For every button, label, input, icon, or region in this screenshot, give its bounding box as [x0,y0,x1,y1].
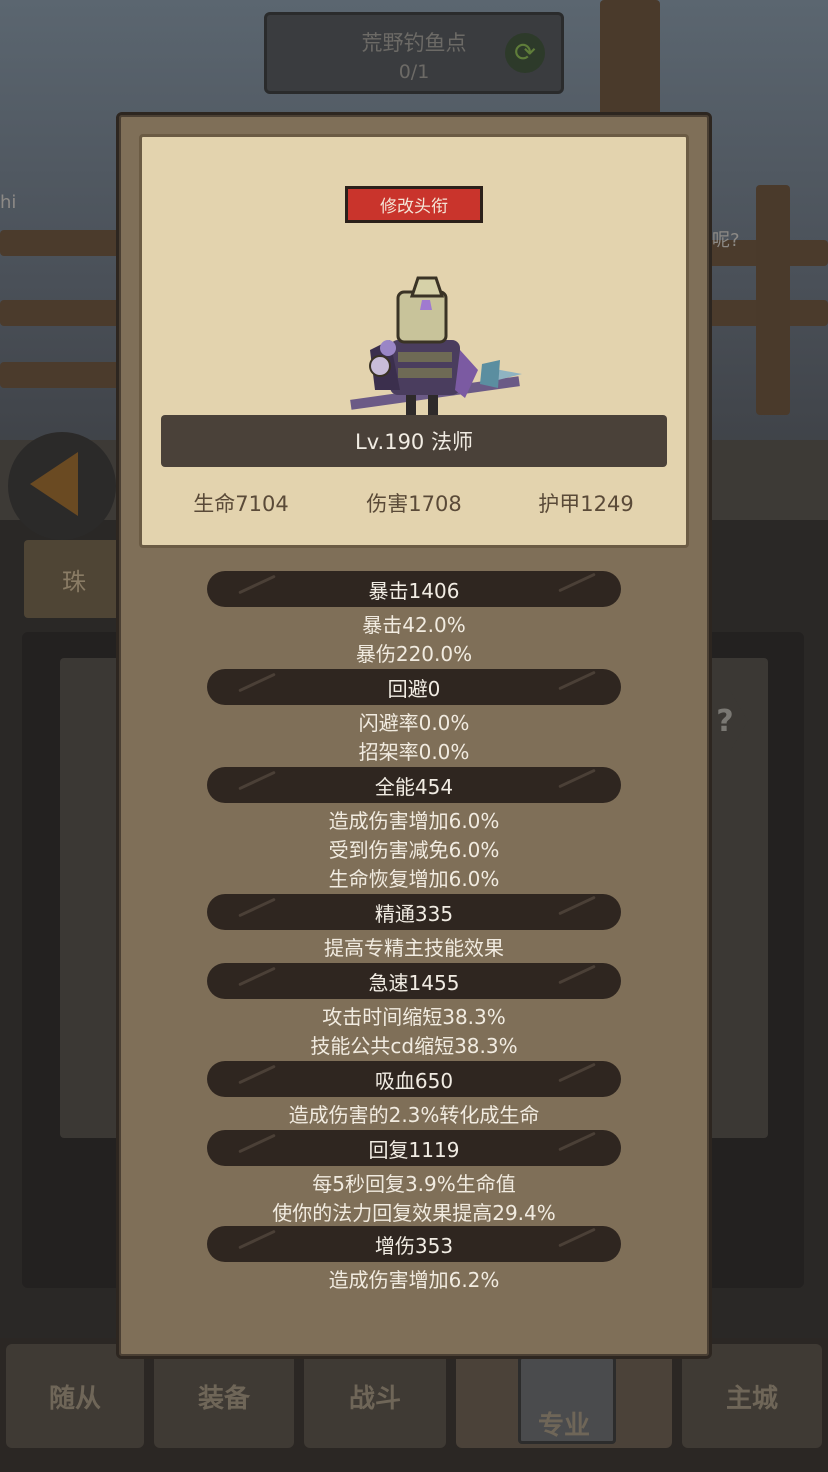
stat-line: 生命恢复增加6.0% [328,867,500,891]
nav-equipment[interactable]: 装备 [154,1344,294,1448]
scratch-mark [238,672,276,693]
scratch-mark [558,768,596,789]
edge-text-left: hi [0,192,17,213]
stat-header-label: 精通335 [374,901,454,926]
scratch-mark [558,1131,596,1152]
scratch-mark [238,770,276,791]
stat-header-dodge: 回避0 [207,669,621,705]
stat-header-label: 暴击1406 [368,578,460,603]
stat-line: 暴击42.0% [362,613,466,637]
stat-line: 闪避率0.0% [358,711,470,735]
scratch-mark [238,1064,276,1085]
back-arrow-icon [30,452,78,516]
stat-line: 造成伤害增加6.2% [328,1268,500,1292]
stat-header-damage-bonus: 增伤353 [207,1226,621,1262]
scratch-mark [238,966,276,987]
stat-line: 提高专精主技能效果 [324,936,504,960]
stat-header-label: 增伤353 [374,1233,454,1258]
scratch-mark [238,1133,276,1154]
stat-header-versatility: 全能454 [207,767,621,803]
stat-line: 招架率0.0% [358,740,470,764]
fence-rail [0,300,130,326]
stat-header-haste: 急速1455 [207,963,621,999]
scratch-mark [558,572,596,593]
edit-title-button[interactable]: 修改头衔 [345,186,483,223]
scratch-mark [238,574,276,595]
scratch-mark [558,670,596,691]
stat-line: 暴伤220.0% [355,642,473,666]
scratch-mark [558,1062,596,1083]
scratch-mark [558,895,596,916]
fence-rail [0,230,130,256]
refresh-icon[interactable]: ⟳ [505,33,545,73]
stat-header-label: 回复1119 [368,1137,460,1162]
level-class-bar: Lv.190 法师 [161,415,667,467]
stat-line: 受到伤害减免6.0% [328,838,500,862]
nav-profession-label: 专业 [537,1411,590,1441]
stat-header-label: 急速1455 [368,970,460,995]
side-tab[interactable]: 珠 [24,540,124,618]
nav-followers[interactable]: 随从 [6,1344,144,1448]
scratch-mark [558,1227,596,1248]
mage-character-icon [350,276,522,415]
stat-header-leech: 吸血650 [207,1061,621,1097]
stat-header-crit: 暴击1406 [207,571,621,607]
stat-header-label: 全能454 [374,774,454,799]
scratch-mark [238,1229,276,1250]
edge-text-right: 呢? [712,230,740,251]
fence-post [756,185,790,415]
stat-header-label: 回避0 [387,676,441,701]
armor-stat: 护甲1249 [538,492,634,516]
stat-line: 技能公共cd缩短38.3% [310,1034,518,1058]
stat-header-regen: 回复1119 [207,1130,621,1166]
stat-line: 造成伤害增加6.0% [328,809,500,833]
stat-header-label: 吸血650 [374,1068,454,1093]
scratch-mark [238,897,276,918]
hp-stat: 生命7104 [193,492,289,516]
nav-battle[interactable]: 战斗 [304,1344,446,1448]
stat-line: 使你的法力回复效果提高29.4% [272,1201,556,1225]
scratch-mark [558,964,596,985]
damage-stat: 伤害1708 [366,492,462,516]
nav-main-city[interactable]: 主城 [682,1344,822,1448]
location-banner[interactable]: 荒野钓鱼点 0/1 ⟳ [264,12,564,94]
stat-line: 攻击时间缩短38.3% [322,1005,506,1029]
stat-header-mastery: 精通335 [207,894,621,930]
fence-rail [0,362,130,388]
stat-line: 每5秒回复3.9%生命值 [312,1172,516,1196]
stat-line: 造成伤害的2.3%转化成生命 [288,1103,540,1127]
tree-trunk [600,0,660,120]
